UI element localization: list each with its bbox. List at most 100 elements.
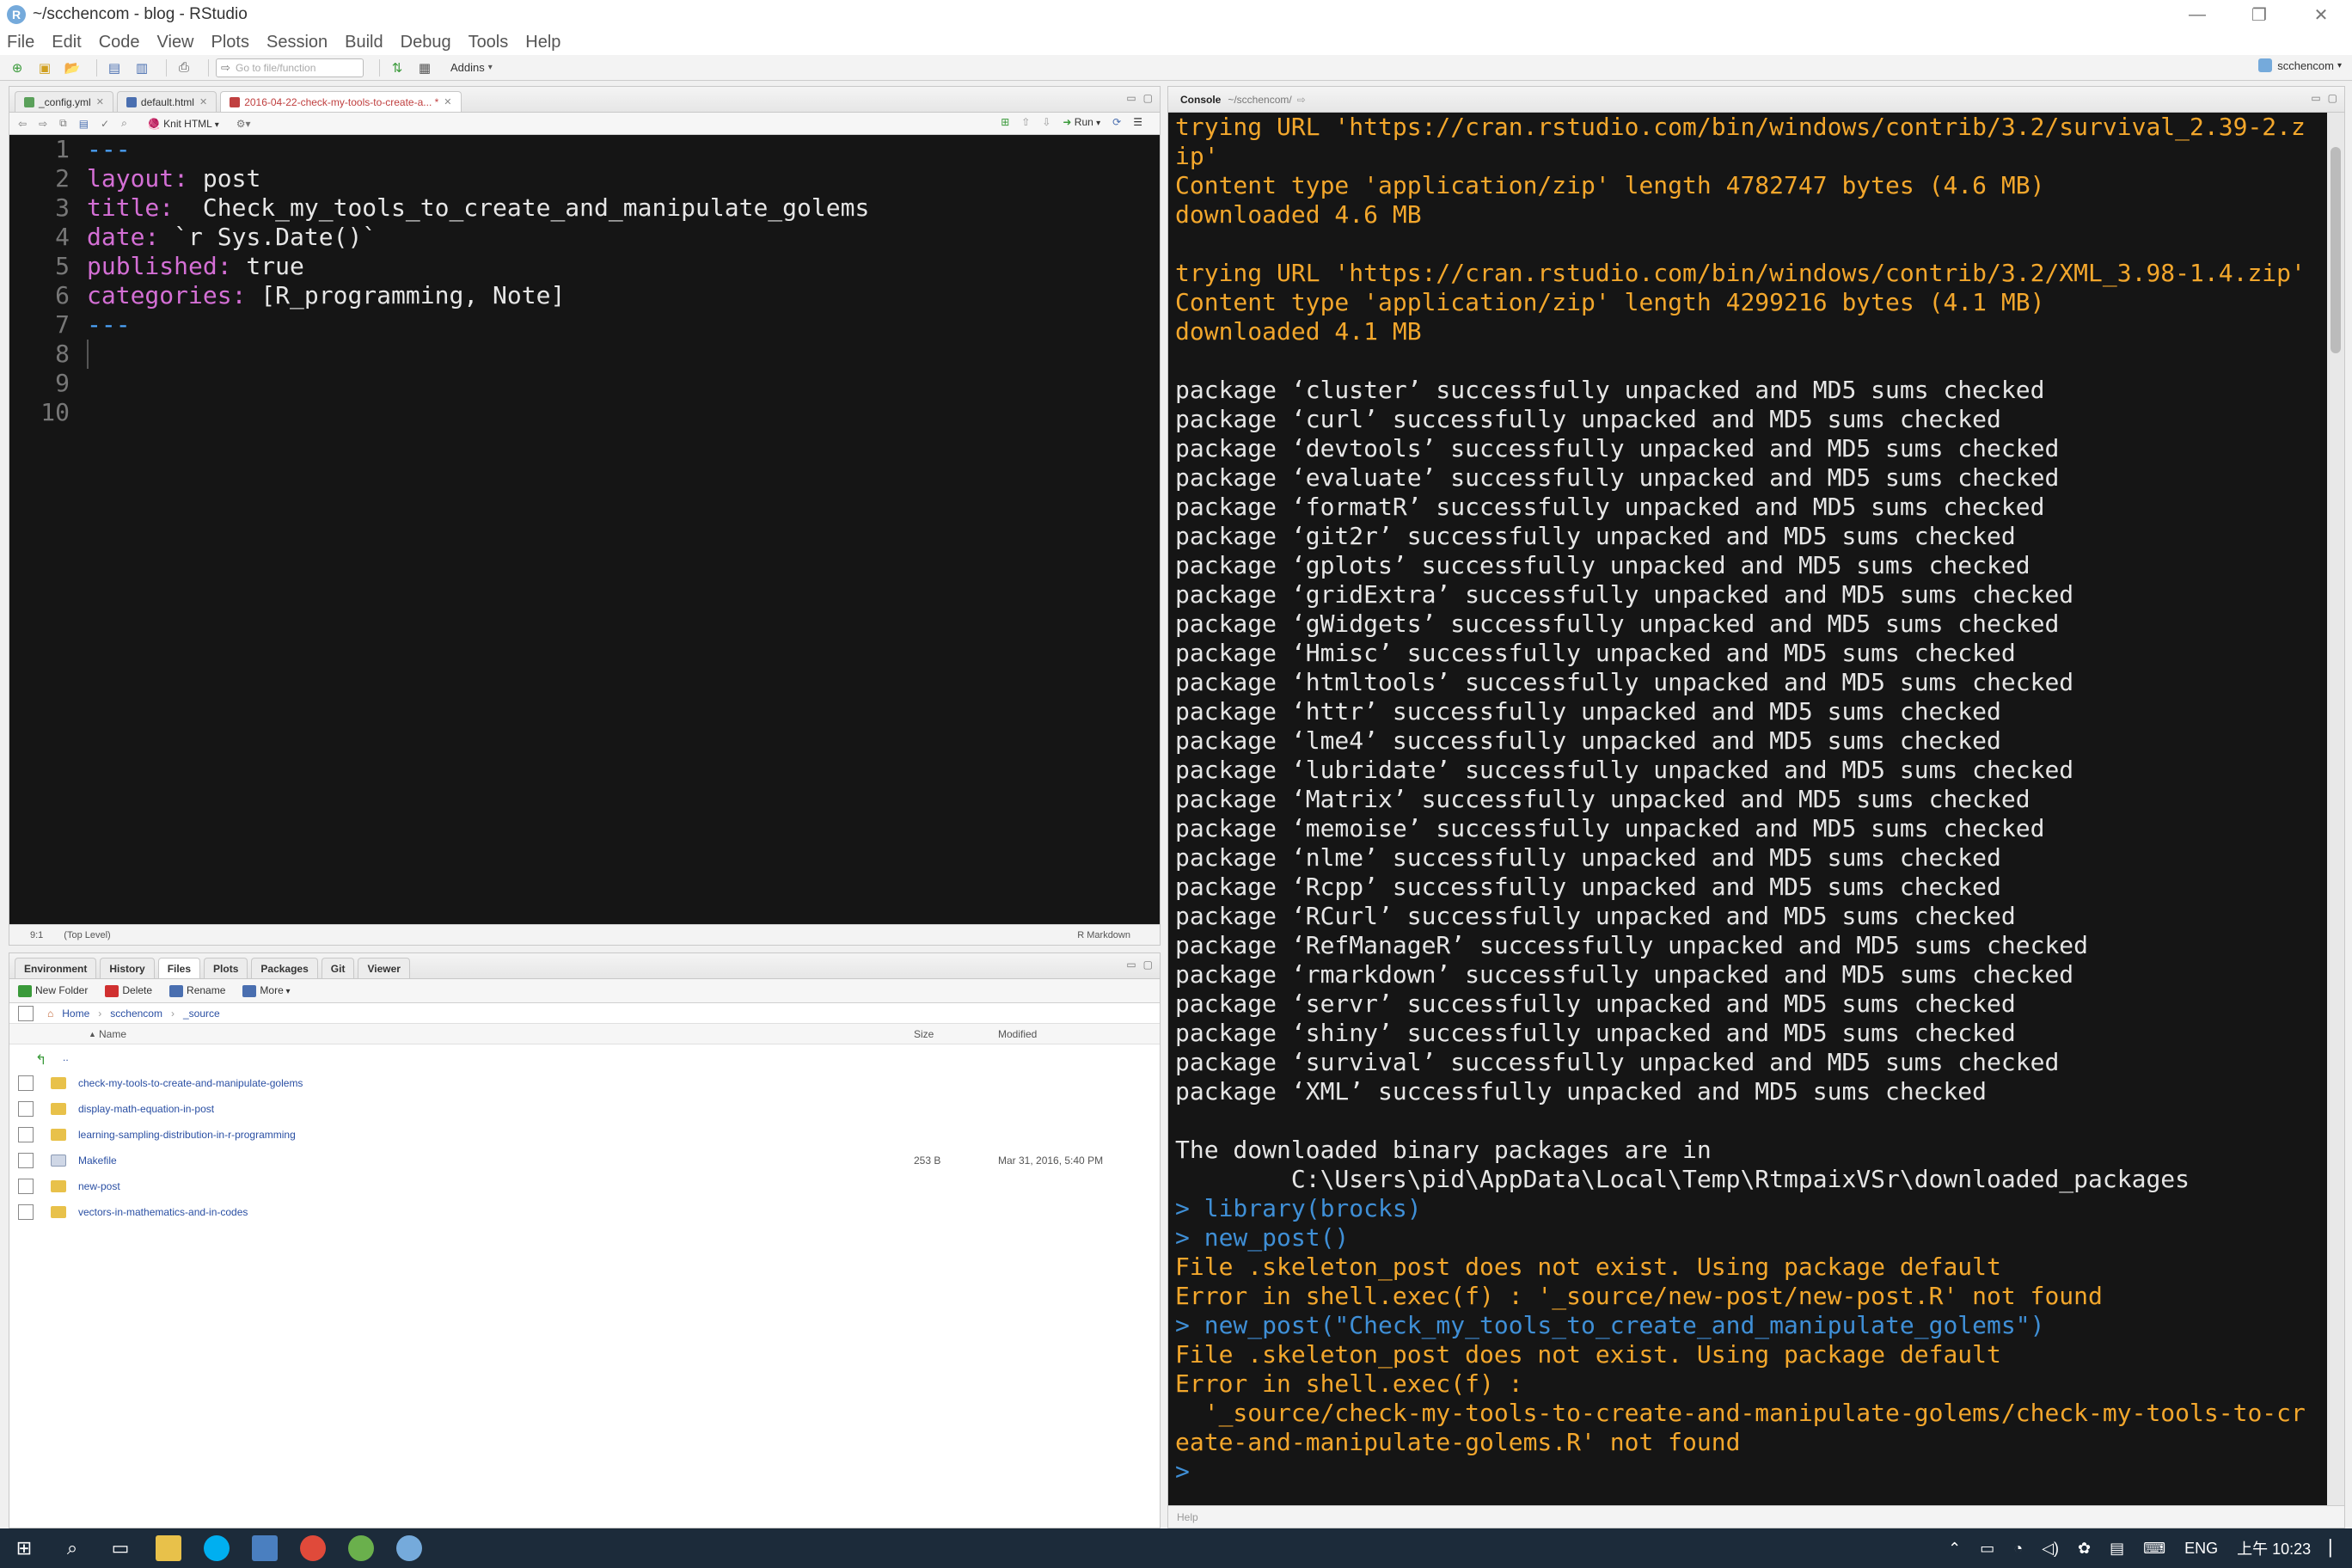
file-row[interactable]: check-my-tools-to-create-and-manipulate-…: [9, 1070, 1160, 1096]
knit-html-button[interactable]: 🧶 Knit HTML ▾: [148, 118, 219, 130]
show-in-window-icon[interactable]: ⧉: [59, 117, 67, 130]
minimize-pane-icon[interactable]: ▭: [1126, 959, 1136, 971]
menu-item-build[interactable]: Build: [345, 33, 383, 52]
utorrent-icon[interactable]: [348, 1535, 374, 1561]
menu-item-code[interactable]: Code: [99, 33, 140, 52]
menu-item-tools[interactable]: Tools: [469, 33, 509, 52]
close-icon[interactable]: ✕: [199, 96, 207, 107]
file-row[interactable]: Makefile 253 B Mar 31, 2016, 5:40 PM: [9, 1148, 1160, 1173]
source-tab[interactable]: 2016-04-22-check-my-tools-to-create-a...…: [220, 91, 462, 112]
find-replace-icon[interactable]: ⌕: [121, 117, 127, 130]
tab-viewer[interactable]: Viewer: [358, 958, 410, 978]
rename-button[interactable]: Rename: [169, 984, 225, 997]
file-explorer-icon[interactable]: [156, 1535, 181, 1561]
wifi-icon[interactable]: ◔: [2013, 1540, 2023, 1558]
delete-button[interactable]: Delete: [105, 984, 152, 997]
file-name[interactable]: display-math-equation-in-post: [78, 1103, 214, 1115]
breadcrumb-item[interactable]: scchencom: [110, 1008, 162, 1020]
minimize-icon[interactable]: —: [2166, 0, 2228, 29]
outline-icon[interactable]: ☰: [1133, 116, 1142, 128]
volume-icon[interactable]: ◁): [2042, 1540, 2059, 1558]
code-editor[interactable]: 1 2 3 4 5 6 7 8 9 10 --- layout: post title: Check_…: [9, 135, 1160, 924]
minimize-pane-icon[interactable]: ▭: [2311, 92, 2320, 104]
back-icon[interactable]: ⇦: [18, 118, 27, 130]
task-view-icon[interactable]: ▭: [96, 1528, 144, 1568]
go-to-dir-icon[interactable]: ⇨: [1297, 94, 1306, 106]
file-type-selector[interactable]: R Markdown: [1077, 930, 1130, 940]
project-menu[interactable]: scchencom ▾: [2258, 58, 2342, 72]
tab-files[interactable]: Files: [157, 958, 201, 978]
tab-packages[interactable]: Packages: [251, 958, 318, 978]
show-desktop-icon[interactable]: ▏: [2330, 1540, 2342, 1558]
maximize-pane-icon[interactable]: ▢: [1143, 959, 1153, 971]
addins-menu[interactable]: Addins: [450, 61, 485, 74]
go-up-icon[interactable]: ⇧: [1021, 116, 1030, 128]
minimize-pane-icon[interactable]: ▭: [1126, 92, 1136, 104]
breadcrumb-item[interactable]: Home: [62, 1008, 89, 1020]
console-output[interactable]: trying URL 'https://cran.rstudio.com/bin…: [1168, 113, 2329, 1507]
file-checkbox[interactable]: [18, 1153, 34, 1168]
tab-git[interactable]: Git: [321, 958, 355, 978]
save-icon[interactable]: ▤: [104, 59, 125, 77]
file-name[interactable]: new-post: [78, 1180, 120, 1192]
tab-history[interactable]: History: [100, 958, 155, 978]
menu-item-view[interactable]: View: [157, 33, 194, 52]
settings-gear-icon[interactable]: ⚙▾: [236, 118, 251, 130]
chevron-up-icon[interactable]: ⌃: [1948, 1540, 1961, 1558]
mail-icon[interactable]: [252, 1535, 278, 1561]
maximize-pane-icon[interactable]: ▢: [1143, 92, 1153, 104]
file-name[interactable]: learning-sampling-distribution-in-r-prog…: [78, 1129, 296, 1141]
menu-item-file[interactable]: File: [7, 33, 34, 52]
size-column-header[interactable]: Size: [914, 1028, 934, 1040]
start-windows-icon[interactable]: ⊞: [0, 1528, 48, 1568]
source-tab[interactable]: _config.yml ✕: [15, 91, 113, 112]
file-checkbox[interactable]: [18, 1075, 34, 1091]
file-row[interactable]: learning-sampling-distribution-in-r-prog…: [9, 1122, 1160, 1148]
rerun-icon[interactable]: ⟳: [1112, 116, 1121, 128]
file-name[interactable]: check-my-tools-to-create-and-manipulate-…: [78, 1077, 303, 1089]
file-row[interactable]: display-math-equation-in-post: [9, 1096, 1160, 1122]
save-icon[interactable]: ▤: [79, 118, 89, 130]
file-row[interactable]: ↰..: [9, 1044, 1160, 1070]
menu-item-edit[interactable]: Edit: [52, 33, 81, 52]
scope-selector[interactable]: (Top Level): [64, 930, 110, 940]
maximize-pane-icon[interactable]: ▢: [2328, 92, 2337, 104]
file-row[interactable]: new-post: [9, 1173, 1160, 1199]
forward-icon[interactable]: ⇨: [39, 118, 47, 130]
modified-column-header[interactable]: Modified: [998, 1028, 1037, 1040]
new-project-icon[interactable]: ▣: [34, 59, 55, 77]
input-language[interactable]: ENG: [2184, 1540, 2218, 1558]
close-icon[interactable]: ✕: [444, 96, 451, 107]
tab-environment[interactable]: Environment: [15, 958, 97, 978]
file-name[interactable]: vectors-in-mathematics-and-in-codes: [78, 1206, 248, 1218]
notifications-icon[interactable]: ▤: [2110, 1540, 2124, 1558]
menu-item-debug[interactable]: Debug: [401, 33, 451, 52]
save-all-icon[interactable]: ▥: [132, 59, 152, 77]
restore-icon[interactable]: ❐: [2228, 0, 2290, 29]
console-scrollbar[interactable]: [2327, 113, 2344, 1507]
spellcheck-icon[interactable]: ✓: [101, 118, 109, 130]
run-button[interactable]: ➜ Run ▾: [1063, 116, 1100, 128]
battery-icon[interactable]: ▭: [1980, 1540, 1994, 1558]
menu-item-help[interactable]: Help: [525, 33, 560, 52]
file-name[interactable]: Makefile: [78, 1155, 117, 1167]
goto-file-function-input[interactable]: Go to file/function: [216, 58, 364, 77]
new-folder-button[interactable]: New Folder: [18, 984, 88, 997]
close-icon[interactable]: ✕: [2290, 0, 2352, 29]
tab-plots[interactable]: Plots: [204, 958, 248, 978]
insert-chunk-icon[interactable]: ⊞: [1001, 116, 1009, 128]
search-icon[interactable]: ⌕: [48, 1528, 96, 1568]
file-row[interactable]: vectors-in-mathematics-and-in-codes: [9, 1199, 1160, 1225]
file-checkbox[interactable]: [18, 1204, 34, 1220]
skype-icon[interactable]: [204, 1535, 230, 1561]
go-down-icon[interactable]: ⇩: [1042, 116, 1050, 128]
file-checkbox[interactable]: [18, 1179, 34, 1194]
open-file-icon[interactable]: 📂: [62, 59, 83, 77]
print-icon[interactable]: ⎙: [174, 59, 194, 77]
more-button[interactable]: More ▾: [242, 984, 291, 997]
file-checkbox[interactable]: [18, 1127, 34, 1142]
select-all-checkbox[interactable]: [18, 1005, 34, 1021]
rstudio-taskbar-icon[interactable]: [396, 1535, 422, 1561]
menu-item-plots[interactable]: Plots: [211, 33, 249, 52]
source-tab[interactable]: default.html ✕: [116, 91, 217, 112]
